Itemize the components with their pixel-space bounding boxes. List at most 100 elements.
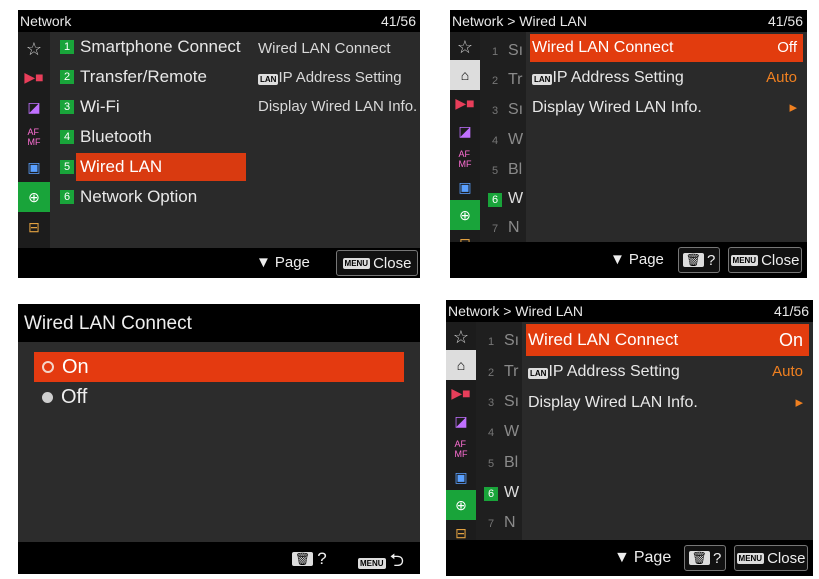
breadcrumb: Network > Wired LAN — [452, 13, 587, 29]
menu-icon: MENU — [342, 257, 371, 269]
close-button[interactable]: MENU Close — [734, 545, 808, 571]
house-icon[interactable]: ⌂ — [446, 350, 476, 380]
exposure-icon[interactable]: ◪ — [450, 116, 480, 146]
camera-icon[interactable]: ▶■ — [18, 62, 50, 92]
num-4: 4 — [487, 427, 495, 439]
globe-icon[interactable]: ⊕ — [450, 200, 480, 230]
star-icon[interactable]: ☆ — [450, 32, 480, 62]
toolbox-icon[interactable]: ⊟ — [18, 212, 50, 242]
row-wired-lan-connect[interactable]: Wired LAN Connect Off — [530, 34, 803, 62]
back-button[interactable]: MENU ⮌ — [358, 548, 404, 574]
page-down-icon: ▼ — [610, 251, 625, 268]
row-ip-address-setting[interactable]: LAN IP Address Setting Auto — [526, 358, 809, 386]
playback-icon[interactable]: ▣ — [450, 172, 480, 202]
bottom-bar: ▼ Page 🗑? MENU Close — [450, 242, 807, 278]
lan-icon: LAN — [532, 74, 553, 85]
af-mf-icon[interactable]: AF MF — [18, 122, 50, 152]
house-icon[interactable]: ⌂ — [450, 60, 480, 90]
option-label: Off — [61, 386, 88, 408]
truncated-item-3: Sı — [504, 393, 520, 410]
globe-icon[interactable]: ⊕ — [18, 182, 50, 212]
num-3: 3 — [491, 105, 499, 117]
help-button[interactable]: 🗑? — [678, 247, 720, 273]
camera-icon[interactable]: ▶■ — [450, 88, 480, 118]
chevron-right-icon: ▸ — [795, 394, 803, 411]
help-label: ? — [317, 549, 327, 568]
row-wired-lan-connect[interactable]: Wired LAN Connect On — [526, 324, 809, 356]
screen-wired-lan-on: Network > Wired LAN 41/56 ☆ ⌂ ▶■ ◪ AF MF … — [446, 300, 813, 576]
page-hint[interactable]: ▼ Page — [610, 251, 664, 268]
chevron-right-icon: ▸ — [789, 99, 797, 116]
menu-number-2: 2 — [60, 70, 74, 84]
help-button[interactable]: 🗑? — [292, 549, 327, 569]
truncated-item-4: W — [508, 131, 524, 148]
menu-item-transfer-remote[interactable]: Transfer/Remote — [80, 63, 207, 91]
page-hint[interactable]: ▼ Page — [614, 549, 671, 567]
af-mf-icon[interactable]: AF MF — [446, 434, 476, 464]
menu-item-network-option[interactable]: Network Option — [80, 183, 197, 211]
preview-display-info: Display Wired LAN Info. — [258, 98, 418, 115]
preview-ip-label: IP Address Setting — [278, 69, 402, 86]
row-label: Display Wired LAN Info. — [532, 99, 702, 116]
row-value: On — [778, 330, 803, 350]
trash-icon: 🗑 — [292, 552, 314, 566]
breadcrumb: Network > Wired LAN — [448, 303, 583, 319]
row-ip-address-setting[interactable]: LAN IP Address Setting Auto — [530, 64, 803, 92]
af-mf-icon[interactable]: AF MF — [450, 144, 480, 174]
page-hint[interactable]: ▼ Page — [256, 254, 310, 271]
star-icon[interactable]: ☆ — [18, 34, 50, 64]
row-display-wired-lan-info[interactable]: Display Wired LAN Info. ▸ — [526, 389, 809, 417]
page-number: 41/56 — [380, 13, 416, 29]
option-off[interactable]: Off — [34, 382, 404, 412]
row-display-wired-lan-info[interactable]: Display Wired LAN Info. ▸ — [530, 94, 803, 122]
star-icon[interactable]: ☆ — [446, 322, 476, 352]
page-hint-label: Page — [633, 549, 672, 566]
num-5: 5 — [487, 458, 495, 470]
num-7: 7 — [487, 518, 495, 530]
close-button[interactable]: MENU Close — [336, 250, 418, 276]
menu-item-bluetooth[interactable]: Bluetooth — [80, 123, 152, 151]
menu-icon: MENU — [358, 557, 386, 569]
screen-wired-lan-connect-options: Wired LAN Connect On Off 🗑? MENU ⮌ — [18, 304, 420, 574]
playback-icon[interactable]: ▣ — [18, 152, 50, 182]
close-button[interactable]: MENU Close — [728, 247, 802, 273]
options-title: Wired LAN Connect — [24, 313, 192, 334]
close-label: Close — [373, 254, 412, 272]
options-header: Wired LAN Connect — [18, 304, 420, 342]
page-down-icon: ▼ — [256, 254, 271, 271]
menu-item-smartphone-connect[interactable]: Smartphone Connect — [80, 33, 241, 61]
menu-title: Network — [20, 13, 72, 29]
playback-icon[interactable]: ▣ — [446, 462, 476, 492]
exposure-icon[interactable]: ◪ — [18, 92, 50, 122]
help-button[interactable]: 🗑? — [684, 545, 726, 571]
trash-icon: 🗑 — [682, 253, 704, 267]
menu-number-5: 5 — [60, 160, 74, 174]
truncated-item-7: N — [504, 514, 516, 531]
num-2: 2 — [491, 75, 499, 87]
row-value: Auto — [772, 363, 803, 380]
page-number: 41/56 — [767, 13, 803, 29]
menu-item-wired-lan[interactable]: Wired LAN — [76, 153, 246, 181]
option-label: On — [62, 356, 89, 378]
category-tabs: ☆ ⌂ ▶■ ◪ AFMF ▣ ⊕ ⊟ — [446, 322, 476, 546]
menu-number-6: 6 — [60, 190, 74, 204]
camera-icon[interactable]: ▶■ — [446, 378, 476, 408]
bottom-bar: ▼ Page MENU Close — [18, 248, 420, 278]
row-label: IP Address Setting — [552, 69, 684, 86]
truncated-item-6: W — [504, 484, 520, 501]
menu-number-4: 4 — [60, 130, 74, 144]
menu-number-3: 3 — [60, 100, 74, 114]
bottom-bar: 🗑? MENU ⮌ — [18, 542, 420, 574]
lan-icon: LAN — [528, 368, 549, 379]
truncated-item-1: Sı — [504, 332, 520, 349]
row-value: Off — [777, 39, 797, 56]
num-5: 5 — [491, 165, 499, 177]
globe-icon[interactable]: ⊕ — [446, 490, 476, 520]
option-on[interactable]: On — [34, 352, 404, 382]
menu-item-wifi[interactable]: Wi-Fi — [80, 93, 120, 121]
num-1: 1 — [487, 336, 495, 348]
close-label: Close — [761, 251, 800, 269]
num-6: 6 — [488, 193, 502, 207]
num-6: 6 — [484, 487, 498, 501]
exposure-icon[interactable]: ◪ — [446, 406, 476, 436]
